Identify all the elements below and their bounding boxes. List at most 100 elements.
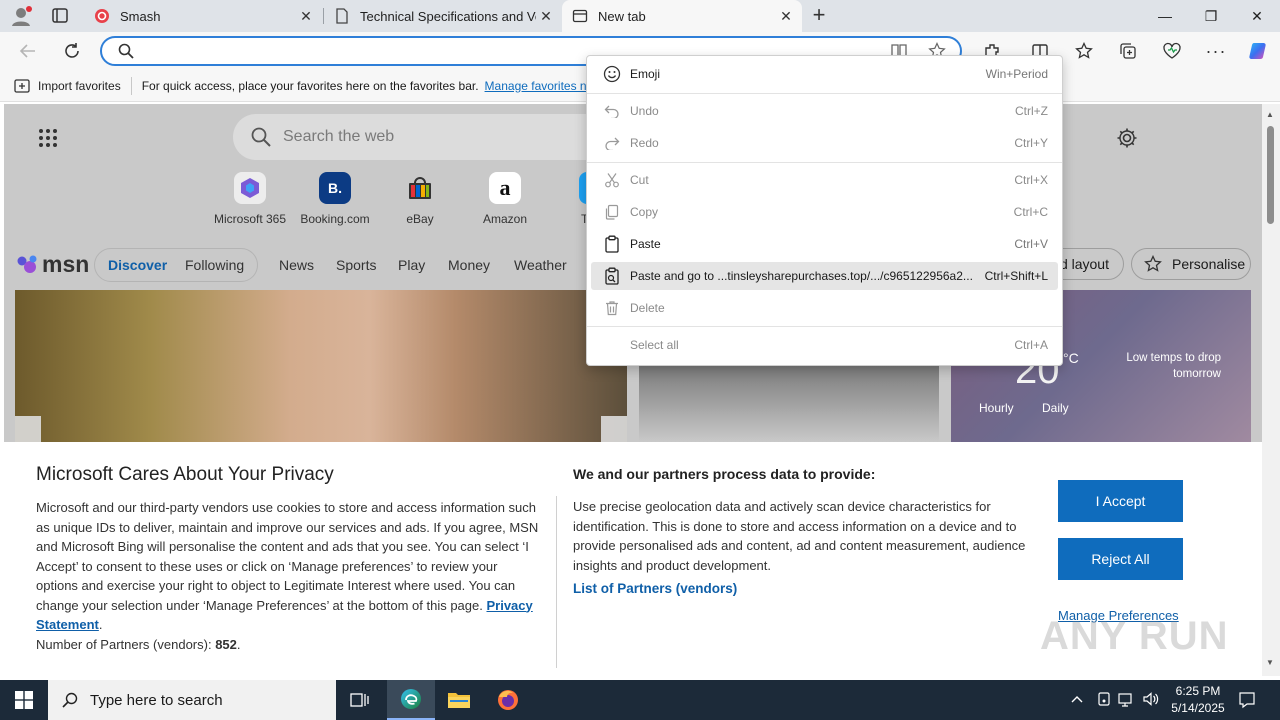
menu-label: Paste and go to ...tinsleysharepurchases… (630, 269, 973, 283)
taskbar-search-box[interactable]: Type here to search (48, 680, 336, 720)
more-options-icon[interactable]: ··· (1202, 39, 1230, 63)
search-icon (62, 692, 78, 708)
copilot-icon[interactable] (1244, 39, 1272, 63)
personalise-button[interactable]: Personalise (1131, 248, 1251, 280)
scroll-down-icon[interactable]: ▼ (1266, 658, 1274, 667)
partners-count-label: Number of Partners (vendors): (36, 636, 212, 652)
menu-item-cut[interactable]: Cut Ctrl+X (591, 166, 1058, 194)
redo-icon (599, 136, 625, 150)
new-tab-favicon-icon (572, 8, 588, 24)
import-favorites-icon (14, 78, 30, 93)
menu-item-emoji[interactable]: Emoji Win+Period (591, 60, 1058, 88)
address-bar-context-menu: Emoji Win+Period Undo Ctrl+Z Redo Ctrl+Y… (586, 55, 1063, 366)
shortcut-ebay[interactable]: eBay (375, 172, 465, 226)
scrollbar-thumb[interactable] (1267, 126, 1274, 224)
nav-sports[interactable]: Sports (336, 257, 376, 273)
paste-icon (599, 235, 625, 253)
nav-news[interactable]: News (279, 257, 314, 273)
tab-close-icon[interactable]: ✕ (536, 8, 556, 25)
file-explorer-icon[interactable] (435, 680, 483, 720)
start-button[interactable] (0, 680, 48, 720)
privacy-right-body: Use precise geolocation data and activel… (573, 499, 1026, 573)
nav-money[interactable]: Money (448, 257, 490, 273)
refresh-icon[interactable] (58, 39, 86, 63)
personalise-label: Personalise (1172, 256, 1246, 272)
menu-item-delete[interactable]: Delete (591, 294, 1058, 322)
device-icon[interactable] (1096, 691, 1112, 710)
menu-shortcut: Ctrl+Z (1015, 104, 1048, 118)
reject-all-button[interactable]: Reject All (1058, 538, 1183, 580)
menu-item-paste-and-go[interactable]: Paste and go to ...tinsleysharepurchases… (591, 262, 1058, 290)
tab-smash[interactable]: Smash ✕ (84, 0, 322, 32)
layout-label: d layout (1059, 256, 1109, 272)
shortcut-amazon[interactable]: a Amazon (460, 172, 550, 226)
menu-separator (587, 93, 1062, 94)
task-view-icon[interactable] (336, 680, 384, 720)
collections-icon[interactable] (1114, 39, 1142, 63)
menu-item-copy[interactable]: Copy Ctrl+C (591, 198, 1058, 226)
windows-taskbar: Type here to search 6:25 PM 5/14/2025 (0, 680, 1280, 720)
favbar-divider (130, 76, 132, 95)
tab-close-icon[interactable]: ✕ (776, 8, 796, 25)
page-scrollbar[interactable]: ▲ ▼ (1262, 104, 1280, 676)
tab-actions-icon[interactable] (50, 7, 70, 25)
weather-tab-hourly[interactable]: Hourly (979, 401, 1014, 415)
favorites-icon[interactable] (1070, 39, 1098, 63)
menu-shortcut: Ctrl+V (1014, 237, 1048, 251)
menu-shortcut: Win+Period (985, 67, 1048, 81)
privacy-title: Microsoft Cares About Your Privacy (36, 464, 334, 485)
menu-item-redo[interactable]: Redo Ctrl+Y (591, 129, 1058, 157)
shortcut-booking[interactable]: B. Booking.com (290, 172, 380, 226)
new-tab-button[interactable]: + (808, 3, 830, 27)
close-window-button[interactable]: ✕ (1234, 0, 1280, 32)
nav-discover[interactable]: Discover (108, 257, 167, 273)
menu-shortcut: Ctrl+A (1014, 338, 1048, 352)
firefox-icon[interactable] (484, 680, 532, 720)
back-icon[interactable] (14, 39, 42, 63)
menu-label: Delete (630, 301, 665, 315)
nav-following[interactable]: Following (185, 257, 244, 273)
tab-technical-specifications[interactable]: Technical Specifications and Ven ✕ (324, 0, 562, 32)
favorites-hint: For quick access, place your favorites h… (141, 78, 479, 93)
undo-icon (599, 104, 625, 118)
carousel-prev-button[interactable] (15, 416, 41, 442)
nav-weather[interactable]: Weather (514, 257, 567, 273)
shortcut-label: Amazon (482, 212, 528, 226)
system-clock[interactable]: 6:25 PM 5/14/2025 (1160, 683, 1236, 717)
hero-news-image[interactable] (15, 290, 627, 442)
menu-item-undo[interactable]: Undo Ctrl+Z (591, 97, 1058, 125)
search-icon (118, 43, 134, 62)
shortcut-microsoft-365[interactable]: Microsoft 365 (205, 172, 295, 226)
manage-favorites-link[interactable]: Manage favorites nov (485, 79, 600, 93)
notifications-icon[interactable] (1238, 691, 1256, 712)
browser-essentials-icon[interactable] (1158, 39, 1186, 63)
network-icon[interactable] (1118, 691, 1136, 710)
tab-close-icon[interactable]: ✕ (296, 8, 316, 25)
menu-shortcut: Ctrl+Shift+L (984, 269, 1048, 283)
menu-label: Select all (630, 338, 679, 352)
page-settings-icon[interactable] (1116, 127, 1138, 152)
msn-logo[interactable]: msn (16, 251, 89, 278)
list-of-partners-link[interactable]: List of Partners (vendors) (573, 581, 737, 596)
profile-avatar[interactable] (10, 5, 34, 27)
menu-item-paste[interactable]: Paste Ctrl+V (591, 230, 1058, 258)
carousel-next-button[interactable] (601, 416, 627, 442)
tab-new-tab[interactable]: New tab ✕ (562, 0, 802, 32)
menu-item-select-all[interactable]: Select all Ctrl+A (591, 331, 1058, 359)
import-favorites-button[interactable]: Import favorites (14, 79, 121, 93)
copy-icon (599, 204, 625, 220)
minimize-button[interactable]: — (1142, 0, 1188, 32)
booking-icon: B. (319, 172, 351, 204)
tab-title: New tab (598, 8, 646, 24)
menu-label: Paste (630, 237, 661, 251)
weather-tab-daily[interactable]: Daily (1042, 401, 1069, 415)
accept-button[interactable]: I Accept (1058, 480, 1183, 522)
nav-play[interactable]: Play (398, 257, 425, 273)
edge-taskbar-icon[interactable] (387, 680, 435, 720)
volume-icon[interactable] (1142, 691, 1160, 710)
scroll-up-icon[interactable]: ▲ (1266, 110, 1274, 119)
menu-label: Redo (630, 136, 659, 150)
restore-button[interactable]: ❐ (1188, 0, 1234, 32)
app-launcher-icon[interactable] (38, 128, 58, 151)
show-hidden-icons-icon[interactable] (1070, 692, 1084, 709)
